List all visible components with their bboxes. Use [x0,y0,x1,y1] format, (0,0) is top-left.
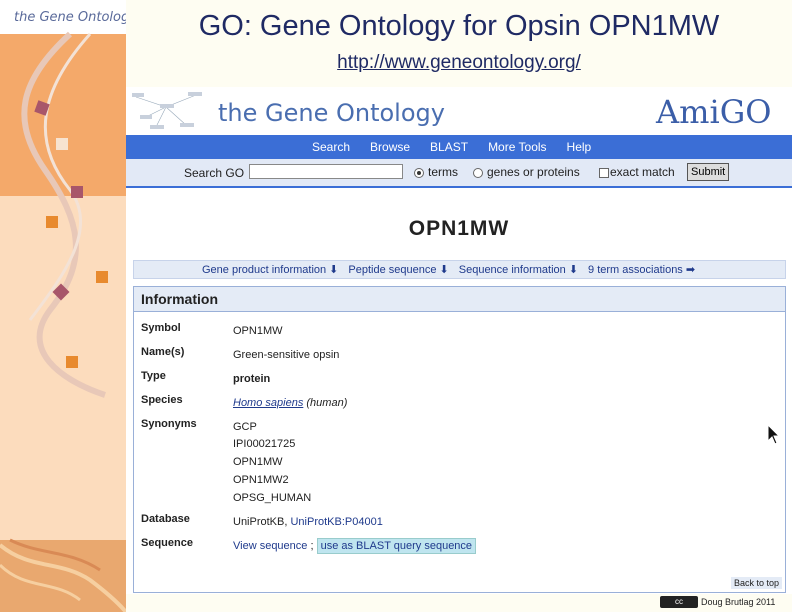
slide-url-link[interactable]: http://www.geneontology.org/ [126,52,792,74]
info-tabs: Gene product information ⬇ Peptide seque… [133,260,786,279]
names-label: Name(s) [141,346,185,358]
synonym-item: OPSG_HUMAN [233,492,312,504]
names-value: Green-sensitive opsin [233,349,340,361]
sequence-separator: ; [310,540,314,552]
species-value: Homo sapiens (human) [233,397,347,409]
ontology-graph-icon [132,92,202,129]
nav-help[interactable]: Help [567,140,592,154]
synonym-item: OPN1MW [233,456,283,468]
synonym-item: GCP [233,421,257,433]
creative-commons-icon: cc [660,596,698,608]
exact-match-checkbox[interactable] [599,168,609,178]
tab-term-associations[interactable]: 9 term associations ➡ [588,263,695,276]
synonym-item: IPI00021725 [233,438,296,450]
gene-ontology-logo: the Gene Ontology [218,99,445,127]
symbol-label: Symbol [141,322,181,334]
terms-label: terms [428,165,458,179]
database-label: Database [141,513,190,525]
nav-search[interactable]: Search [312,140,350,154]
tab-sequence-info[interactable]: Sequence information ⬇ [459,263,578,276]
information-title: Information [141,291,218,307]
terms-radio[interactable] [414,168,424,178]
genes-label: genes or proteins [487,165,580,179]
species-label: Species [141,394,183,406]
exact-match-label: exact match [610,165,675,179]
sequence-value: View sequence ; use as BLAST query seque… [233,538,477,554]
view-sequence-link[interactable]: View sequence [233,540,307,552]
amigo-logo: AmiGO [656,93,772,131]
mouse-cursor-icon [767,424,781,445]
symbol-value: OPN1MW [233,325,283,337]
sequence-label: Sequence [141,537,193,549]
author-credit: Doug Brutlag 2011 [701,597,776,607]
amigo-screenshot: the Gene Ontology AmiGO Search Browse BL… [126,87,792,594]
search-bar: Search GO terms genes or proteins exact … [126,159,792,188]
synonym-item: OPN1MW2 [233,474,289,486]
slide-footer: cc Doug Brutlag 2011 [660,596,775,608]
database-prefix: UniProtKB, [233,516,288,528]
species-suffix: (human) [306,397,348,409]
uniprot-link[interactable]: UniProtKB:P04001 [290,516,382,528]
slide-title: GO: Gene Ontology for Opsin OPN1MW [198,10,720,42]
search-input[interactable] [249,164,403,179]
amigo-navbar: Search Browse BLAST More Tools Help [126,135,792,159]
search-label: Search GO [184,166,245,180]
nav-more-tools[interactable]: More Tools [488,140,546,154]
type-label: Type [141,370,166,382]
dna-strand-decoration [0,31,126,612]
information-header: Information [134,287,785,312]
genes-radio[interactable] [473,168,483,178]
species-link[interactable]: Homo sapiens [233,397,303,409]
tab-gene-product-info[interactable]: Gene product information ⬇ [202,263,338,276]
blast-query-link[interactable]: use as BLAST query sequence [316,538,477,554]
tab-peptide-sequence[interactable]: Peptide sequence ⬇ [348,263,448,276]
gene-title: OPN1MW [408,217,510,240]
synonyms-label: Synonyms [141,418,197,430]
amigo-header: the Gene Ontology AmiGO [126,87,792,135]
database-value: UniProtKB, UniProtKB:P04001 [233,516,383,528]
slide-sidebar: the Gene Ontology [0,0,126,612]
submit-button[interactable]: Submit [687,163,730,181]
type-value: protein [233,373,271,385]
back-to-top-link[interactable]: Back to top [730,577,782,589]
information-panel: Information Symbol OPN1MW Name(s) Green-… [133,286,786,593]
nav-blast[interactable]: BLAST [430,140,468,154]
nav-browse[interactable]: Browse [370,140,410,154]
